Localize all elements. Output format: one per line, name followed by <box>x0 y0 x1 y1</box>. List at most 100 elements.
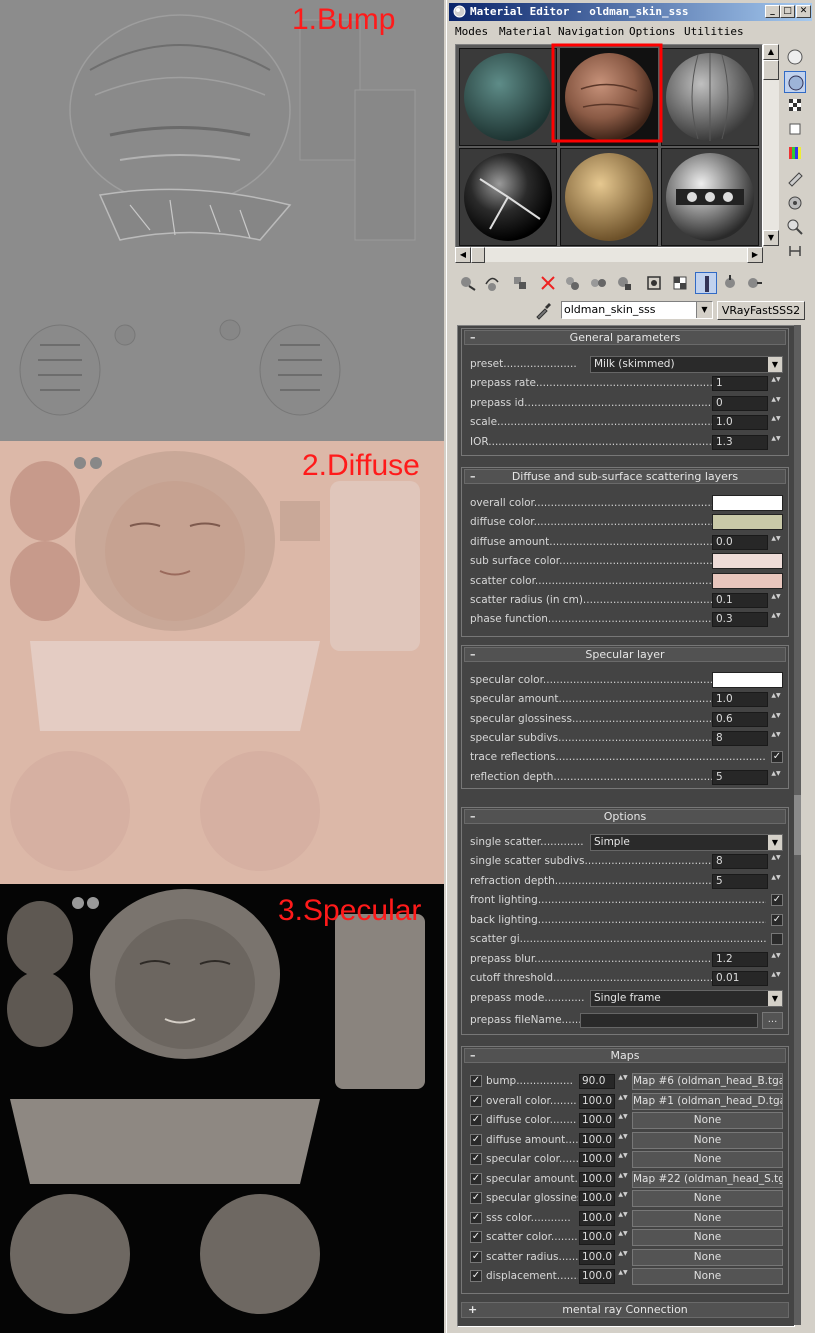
spinner-arrows-icon[interactable]: ▲▼ <box>771 874 781 889</box>
phase-function-spinner[interactable]: 0.3 <box>712 612 768 627</box>
prepass-rate-spinner[interactable]: 1 <box>712 376 768 391</box>
map-enable-checkbox[interactable]: ✓ <box>470 1114 482 1126</box>
map-amount-spinner[interactable]: 100.0 <box>579 1249 615 1265</box>
collapse-toggle[interactable]: – <box>470 331 476 344</box>
backlight-icon[interactable] <box>784 71 806 93</box>
spinner-arrows-icon[interactable]: ▲▼ <box>771 770 781 785</box>
minimize-button[interactable]: _ <box>765 5 780 18</box>
spinner-arrows-icon[interactable]: ▲▼ <box>771 952 781 967</box>
map-slot-button[interactable]: None <box>632 1151 783 1168</box>
map-enable-checkbox[interactable]: ✓ <box>470 1192 482 1204</box>
slots-vertical-scrollbar[interactable]: ▲ ▼ <box>763 44 779 246</box>
ior-spinner[interactable]: 1.3 <box>712 435 768 450</box>
go-to-parent-icon[interactable] <box>719 272 741 294</box>
map-enable-checkbox[interactable]: ✓ <box>470 1211 482 1224</box>
go-forward-to-sibling-icon[interactable] <box>743 272 765 294</box>
spinner-arrows-icon[interactable]: ▲▼ <box>771 692 781 707</box>
map-slot-button[interactable]: Map #22 (oldman_head_S.tga) <box>632 1170 783 1188</box>
browse-button[interactable]: ... <box>762 1012 783 1029</box>
scroll-left-arrow-icon[interactable]: ◀ <box>455 247 471 263</box>
map-enable-checkbox[interactable]: ✓ <box>470 1250 482 1263</box>
spinner-arrows-icon[interactable]: ▲▼ <box>618 1094 628 1109</box>
map-amount-spinner[interactable]: 100.0 <box>579 1132 615 1148</box>
map-amount-spinner[interactable]: 90.0 <box>579 1074 615 1089</box>
sample-uv-tiling-icon[interactable] <box>784 118 806 140</box>
scroll-thumb[interactable] <box>471 247 485 263</box>
map-amount-spinner[interactable]: 100.0 <box>579 1113 615 1128</box>
scroll-thumb[interactable] <box>763 60 779 80</box>
scroll-up-arrow-icon[interactable]: ▲ <box>763 44 779 60</box>
map-enable-checkbox[interactable]: ✓ <box>470 1094 482 1107</box>
scroll-down-arrow-icon[interactable]: ▼ <box>763 230 779 246</box>
material-effects-channel-icon[interactable] <box>643 272 665 294</box>
collapse-toggle[interactable]: – <box>470 470 476 483</box>
back-lighting-checkbox[interactable]: ✓ <box>771 914 783 926</box>
diffuse-color-swatch[interactable] <box>712 514 783 530</box>
options-icon[interactable] <box>784 192 806 214</box>
specular-glossiness-spinner[interactable]: 0.6 <box>712 712 768 727</box>
put-to-library-icon[interactable] <box>613 272 635 294</box>
map-slot-button[interactable]: None <box>632 1229 783 1246</box>
rollout-header[interactable]: – Specular layer <box>464 647 786 662</box>
scroll-thumb[interactable] <box>794 795 801 855</box>
specular-color-swatch[interactable] <box>712 672 783 688</box>
spinner-arrows-icon[interactable]: ▲▼ <box>771 415 781 430</box>
reset-map-icon[interactable] <box>537 272 559 294</box>
chevron-down-icon[interactable]: ▼ <box>768 357 782 372</box>
expand-toggle[interactable]: + <box>468 1303 477 1317</box>
select-by-material-icon[interactable] <box>784 216 806 238</box>
material-type-button[interactable]: VRayFastSSS2 <box>717 301 805 320</box>
spinner-arrows-icon[interactable]: ▲▼ <box>771 712 781 727</box>
map-slot-button[interactable]: Map #1 (oldman_head_D.tga) <box>632 1092 783 1110</box>
sample-slot-1[interactable] <box>459 48 557 146</box>
show-end-result-icon[interactable] <box>695 272 717 294</box>
sub-surface-color-swatch[interactable] <box>712 553 783 569</box>
rollout-mental-ray-connection[interactable]: + mental ray Connection <box>461 1302 789 1318</box>
map-enable-checkbox[interactable]: ✓ <box>470 1270 482 1282</box>
spinner-arrows-icon[interactable]: ▲▼ <box>618 1191 628 1206</box>
menu-material[interactable]: Material <box>499 25 552 38</box>
make-preview-icon[interactable] <box>784 168 806 190</box>
rollout-scrollbar[interactable] <box>794 325 801 1325</box>
specular-subdivs-spinner[interactable]: 8 <box>712 731 768 746</box>
video-color-check-icon[interactable] <box>784 142 806 164</box>
menu-navigation[interactable]: Navigation <box>558 25 624 38</box>
collapse-toggle[interactable]: – <box>470 810 476 823</box>
spinner-arrows-icon[interactable]: ▲▼ <box>771 435 781 450</box>
map-enable-checkbox[interactable]: ✓ <box>470 1133 482 1146</box>
map-slot-button[interactable]: None <box>632 1248 783 1266</box>
map-slot-button[interactable]: None <box>632 1268 783 1285</box>
map-slot-button[interactable]: None <box>632 1112 783 1129</box>
preset-dropdown[interactable]: Milk (skimmed) ▼ <box>590 356 783 373</box>
menu-modes[interactable]: Modes <box>455 25 488 38</box>
specular-amount-spinner[interactable]: 1.0 <box>712 692 768 707</box>
spinner-arrows-icon[interactable]: ▲▼ <box>771 971 781 986</box>
rollout-header[interactable]: – Maps <box>464 1048 786 1063</box>
spinner-arrows-icon[interactable]: ▲▼ <box>771 396 781 411</box>
scatter-gi-checkbox[interactable] <box>771 933 783 945</box>
map-enable-checkbox[interactable]: ✓ <box>470 1231 482 1243</box>
trace-reflections-checkbox[interactable]: ✓ <box>771 751 783 763</box>
material-name-field[interactable]: oldman_skin_sss ▼ <box>561 301 713 319</box>
menu-utilities[interactable]: Utilities <box>684 25 744 38</box>
spinner-arrows-icon[interactable]: ▲▼ <box>618 1211 628 1226</box>
spinner-arrows-icon[interactable]: ▲▼ <box>771 535 781 550</box>
map-amount-spinner[interactable]: 100.0 <box>579 1093 615 1109</box>
maximize-button[interactable]: □ <box>780 5 795 18</box>
map-slot-button[interactable]: None <box>632 1131 783 1149</box>
map-enable-checkbox[interactable]: ✓ <box>470 1172 482 1185</box>
rollout-header[interactable]: – Options <box>464 809 786 824</box>
map-slot-button[interactable]: None <box>632 1209 783 1227</box>
scale-spinner[interactable]: 1.0 <box>712 415 768 430</box>
map-amount-spinner[interactable]: 100.0 <box>579 1269 615 1284</box>
sample-slot-3[interactable] <box>661 48 759 146</box>
spinner-arrows-icon[interactable]: ▲▼ <box>771 376 781 391</box>
prepass-id-spinner[interactable]: 0 <box>712 396 768 411</box>
spinner-arrows-icon[interactable]: ▲▼ <box>771 593 781 608</box>
assign-material-icon[interactable] <box>509 272 531 294</box>
map-amount-spinner[interactable]: 100.0 <box>579 1210 615 1226</box>
spinner-arrows-icon[interactable]: ▲▼ <box>771 854 781 869</box>
material-map-navigator-icon[interactable] <box>784 240 806 262</box>
spinner-arrows-icon[interactable]: ▲▼ <box>618 1172 628 1187</box>
prepass-mode-dropdown[interactable]: Single frame ▼ <box>590 990 783 1007</box>
